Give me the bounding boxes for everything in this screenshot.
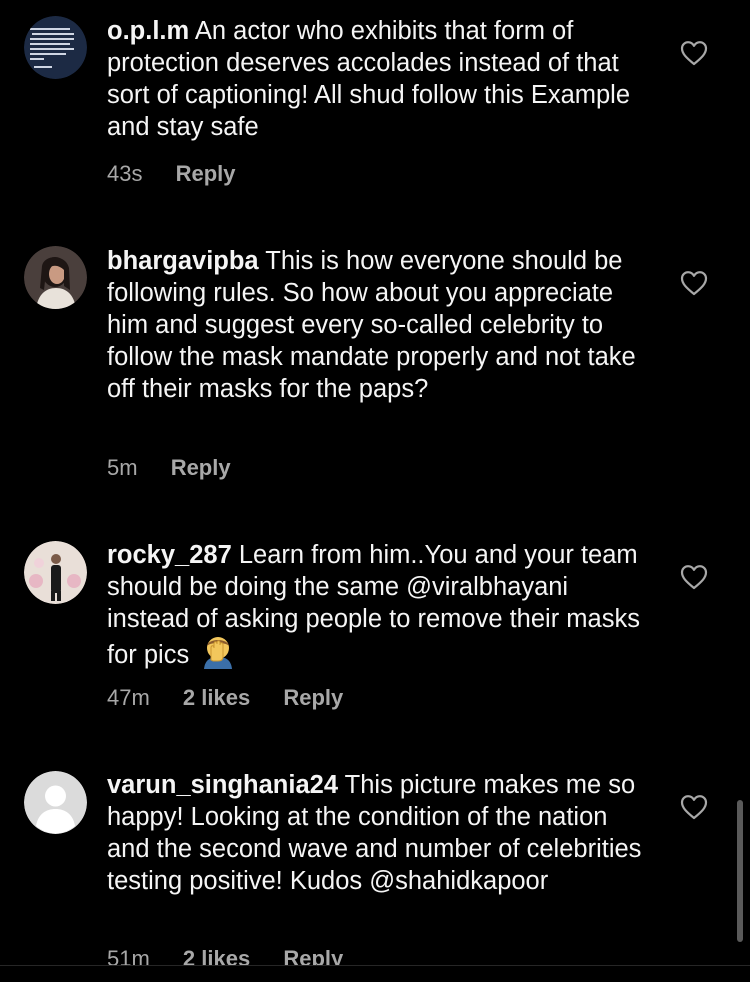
comment-timestamp: 51m (107, 946, 150, 965)
avatar[interactable] (24, 541, 87, 604)
reply-button[interactable]: Reply (283, 944, 343, 965)
face-palm-emoji (200, 635, 236, 669)
avatar[interactable] (24, 16, 87, 79)
comment-text: bhargavipba This is how everyone should … (107, 245, 652, 405)
like-button[interactable] (680, 40, 708, 66)
heart-outline-icon (680, 795, 708, 820)
heart-outline-icon (680, 565, 708, 590)
comment-username[interactable]: rocky_287 (107, 541, 232, 569)
heart-outline-icon (680, 271, 708, 296)
comment-timestamp: 5m (107, 455, 138, 480)
default-avatar-icon (24, 771, 87, 834)
avatar[interactable] (24, 771, 87, 834)
comments-list: o.p.l.m An actor who exhibits that form … (0, 0, 750, 965)
comment-text: o.p.l.m An actor who exhibits that form … (107, 15, 652, 143)
comment-text: rocky_287 Learn from him..You and your t… (107, 539, 652, 671)
like-button[interactable] (680, 794, 708, 820)
comment-text: varun_singhania24 This picture makes me … (107, 769, 652, 897)
reply-button[interactable]: Reply (283, 683, 343, 713)
comment-meta: 5m Reply (107, 453, 258, 483)
comment-timestamp: 47m (107, 685, 150, 710)
comment-likes-count[interactable]: 2 likes (183, 944, 250, 965)
comment-meta: 47m 2 likes Reply (107, 683, 370, 713)
comment-username[interactable]: bhargavipba (107, 247, 259, 275)
like-button[interactable] (680, 270, 708, 296)
comment-meta: 43s Reply (107, 159, 263, 189)
avatar[interactable] (24, 246, 87, 309)
avatar-image (24, 246, 87, 309)
comment-username[interactable]: varun_singhania24 (107, 771, 338, 799)
avatar-image (24, 541, 87, 604)
comment-username[interactable]: o.p.l.m (107, 17, 189, 45)
like-button[interactable] (680, 564, 708, 590)
heart-outline-icon (680, 41, 708, 66)
comment-meta: 51m 2 likes Reply (107, 944, 370, 965)
comment-likes-count[interactable]: 2 likes (183, 683, 250, 713)
reply-button[interactable]: Reply (171, 453, 231, 483)
comment-timestamp: 43s (107, 161, 143, 186)
scrollbar-thumb[interactable] (737, 800, 743, 942)
bottom-bar (0, 965, 750, 982)
reply-button[interactable]: Reply (176, 159, 236, 189)
avatar-image (24, 16, 87, 79)
